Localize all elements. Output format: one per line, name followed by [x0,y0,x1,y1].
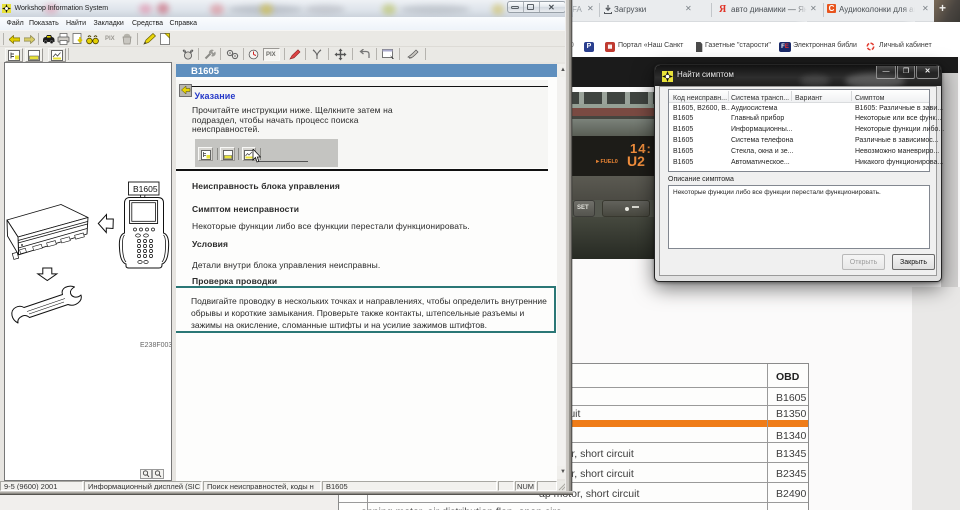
svg-text:E238F003: E238F003 [140,342,171,349]
svg-text:B1605: B1605 [133,184,158,194]
